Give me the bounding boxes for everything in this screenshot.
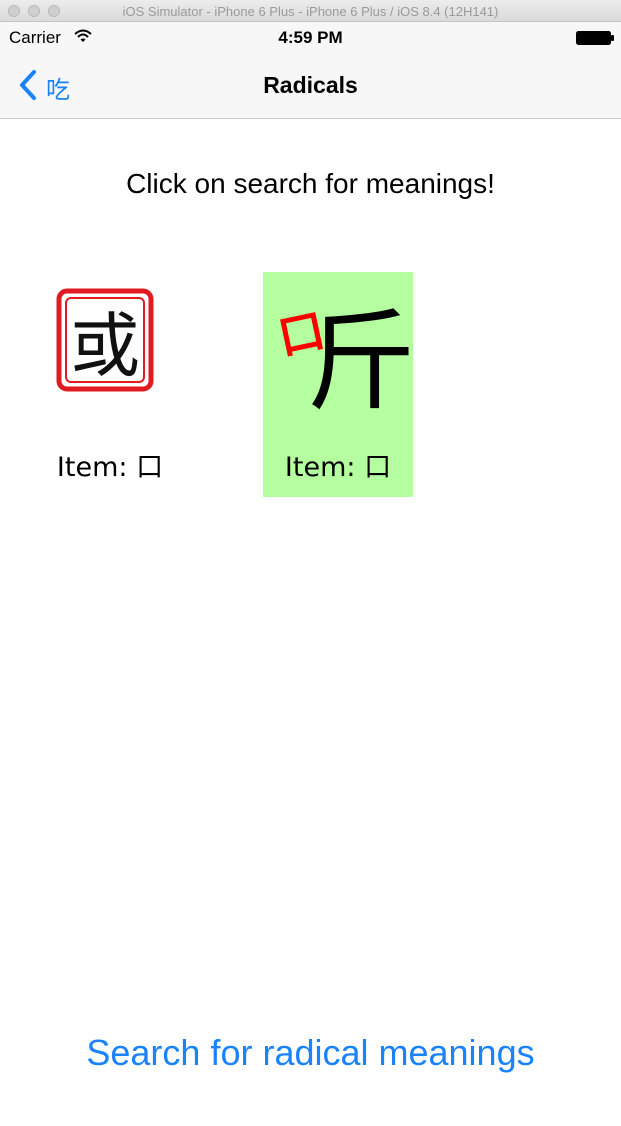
simulator-titlebar: iOS Simulator - iPhone 6 Plus - iPhone 6…: [0, 0, 621, 22]
instruction-text: Click on search for meanings!: [126, 168, 495, 199]
seal-glyph: 或: [70, 305, 140, 387]
status-time: 4:59 PM: [278, 28, 343, 47]
window-title: iOS Simulator - iPhone 6 Plus - iPhone 6…: [122, 4, 499, 19]
item-label: Item: 口: [56, 452, 164, 483]
radical-item-cell-selected[interactable]: 口 斤 Item: 口: [263, 272, 413, 497]
battery-icon: [576, 31, 614, 45]
page-title: Radicals: [263, 72, 358, 98]
radical-item-cell[interactable]: 或 Item: 口: [35, 272, 185, 497]
seal-stamp-image: 或: [56, 288, 154, 392]
character-glyph: 斤: [306, 298, 413, 422]
navigation-bar: 吃 Radicals: [0, 56, 621, 119]
search-radical-meanings-button[interactable]: Search for radical meanings: [0, 1032, 621, 1074]
status-bar: Carrier 4:59 PM: [0, 22, 621, 56]
calligraphy-image: 口 斤: [273, 298, 413, 422]
item-label: Item: 口: [284, 452, 392, 483]
